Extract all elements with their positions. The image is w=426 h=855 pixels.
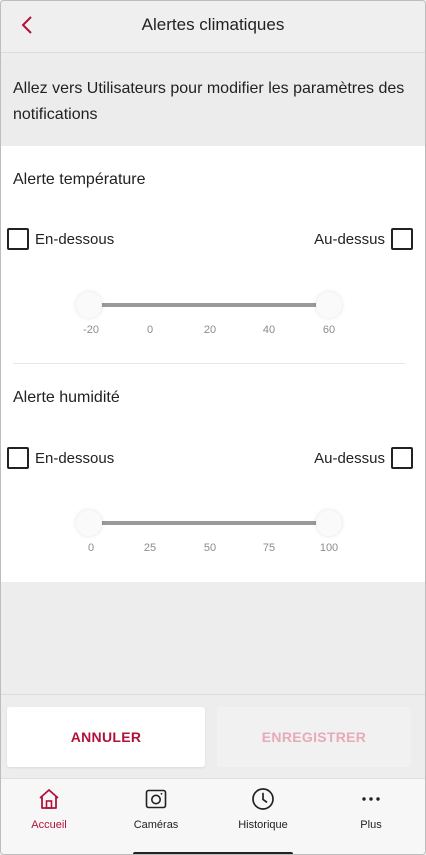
temperature-tick: -20 [83,324,99,336]
humidity-below-label: En-dessous [35,449,115,467]
nav-item-accueil[interactable]: Accueil [9,787,89,837]
temperature-above-label: Au-dessus [314,230,385,248]
temperature-tick: 60 [322,324,336,336]
humidity-above-label: Au-dessus [314,449,385,467]
humidity-above-option[interactable]: Au-dessus [314,447,413,469]
nav-item-historique[interactable]: Historique [223,787,303,837]
bottom-nav: Accueil Caméras Historique Plus [1,778,425,854]
temperature-above-option[interactable]: Au-dessus [314,228,413,250]
action-bar: ANNULER ENREGISTRER [1,694,425,778]
section-divider [13,363,405,364]
humidity-checkbox-row: En-dessous Au-dessus [7,446,413,470]
nav-label: Accueil [31,819,67,831]
humidity-alert-title: Alerte humidité [13,389,120,406]
temperature-alert-title: Alerte température [13,171,146,188]
app-screen: Alertes climatiques Allez vers Utilisate… [0,0,426,855]
humidity-min-thumb[interactable] [76,510,102,536]
cancel-button[interactable]: ANNULER [7,707,205,767]
temperature-tick-labels: -20 0 20 40 60 [71,324,351,338]
humidity-above-checkbox[interactable] [391,447,413,469]
alerts-card: Alerte température En-dessous Au-dessus … [1,146,425,582]
temperature-below-label: En-dessous [35,230,115,248]
humidity-range-slider[interactable] [76,508,342,538]
temperature-range-slider[interactable] [76,290,342,320]
humidity-max-thumb[interactable] [316,510,342,536]
temperature-max-thumb[interactable] [316,292,342,318]
humidity-below-option[interactable]: En-dessous [7,447,114,469]
nav-item-plus[interactable]: Plus [331,787,411,837]
humidity-tick: 0 [87,542,95,554]
temperature-below-checkbox[interactable] [7,228,29,250]
temperature-min-thumb[interactable] [76,292,102,318]
temperature-above-checkbox[interactable] [391,228,413,250]
humidity-tick: 25 [143,542,157,554]
camera-icon [145,789,167,809]
humidity-tick: 100 [319,542,339,554]
page-title: Alertes climatiques [141,15,285,34]
humidity-tick: 50 [203,542,217,554]
temperature-tick: 0 [146,324,154,336]
temperature-below-option[interactable]: En-dessous [7,228,114,250]
more-icon [362,797,380,801]
humidity-tick: 75 [262,542,276,554]
nav-label: Historique [238,819,288,831]
nav-label: Plus [360,819,382,831]
humidity-slider-track [89,521,329,525]
clock-icon [252,788,274,810]
info-banner: Allez vers Utilisateurs pour modifier le… [1,59,425,145]
temperature-tick: 20 [203,324,217,336]
nav-label: Caméras [133,819,179,831]
home-icon [39,789,59,809]
nav-item-cameras[interactable]: Caméras [116,787,196,837]
temperature-tick: 40 [262,324,276,336]
humidity-below-checkbox[interactable] [7,447,29,469]
temperature-checkbox-row: En-dessous Au-dessus [7,227,413,251]
save-button[interactable]: ENREGISTRER [217,707,411,767]
temperature-slider-track [89,303,329,307]
humidity-tick-labels: 0 25 50 75 100 [71,542,351,556]
top-bar: Alertes climatiques [1,1,425,53]
